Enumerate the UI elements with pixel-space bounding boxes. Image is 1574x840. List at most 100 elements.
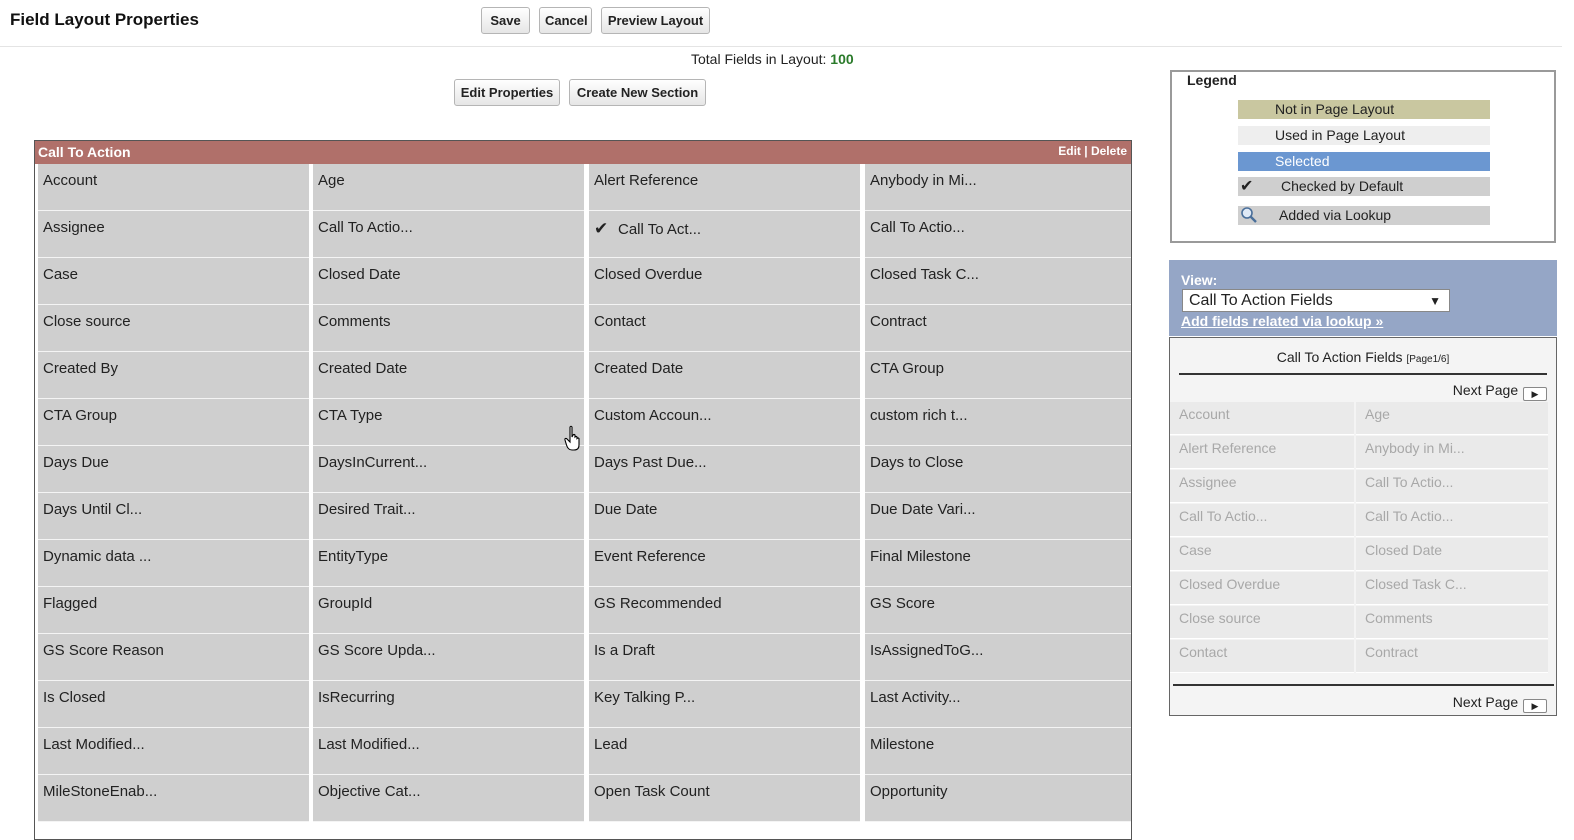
- field-item[interactable]: GS Recommended: [589, 587, 860, 634]
- field-item[interactable]: Dynamic data ...: [38, 540, 309, 587]
- field-item[interactable]: Open Task Count: [589, 775, 860, 822]
- field-item[interactable]: Contract: [865, 305, 1131, 352]
- field-item[interactable]: Due Date Vari...: [865, 493, 1131, 540]
- field-item[interactable]: Lead: [589, 728, 860, 775]
- palette-field-item[interactable]: Assignee: [1170, 470, 1354, 503]
- next-page-button-bottom[interactable]: Next Page ▶: [1453, 694, 1547, 713]
- palette-field-item[interactable]: Call To Actio...: [1356, 470, 1548, 503]
- field-item[interactable]: Event Reference: [589, 540, 860, 587]
- field-item[interactable]: GS Score Reason: [38, 634, 309, 681]
- field-item[interactable]: GroupId: [313, 587, 584, 634]
- field-item[interactable]: Assignee: [38, 211, 309, 258]
- field-item[interactable]: Is a Draft: [589, 634, 860, 681]
- palette-field-item[interactable]: Call To Actio...: [1356, 504, 1548, 537]
- field-item[interactable]: CTA Group: [38, 399, 309, 446]
- field-item[interactable]: Call To Actio...: [865, 211, 1131, 258]
- layout-section: Call To Action Edit | Delete Account Assi…: [34, 140, 1132, 840]
- palette-field-item[interactable]: Contract: [1356, 640, 1548, 673]
- field-item[interactable]: Key Talking P...: [589, 681, 860, 728]
- field-item[interactable]: Days Until Cl...: [38, 493, 309, 540]
- checkmark-icon: ✔: [1240, 178, 1254, 195]
- field-item[interactable]: Account: [38, 164, 309, 211]
- field-item[interactable]: Comments: [313, 305, 584, 352]
- field-item[interactable]: Flagged: [38, 587, 309, 634]
- field-item-label: IsAssignedToG...: [870, 642, 984, 659]
- field-item-label: Flagged: [43, 595, 98, 612]
- field-item[interactable]: Closed Overdue: [589, 258, 860, 305]
- section-header: Call To Action Edit | Delete: [35, 141, 1131, 164]
- palette-field-item[interactable]: Closed Overdue: [1170, 572, 1354, 605]
- palette-field-item[interactable]: Comments: [1356, 606, 1548, 639]
- field-item[interactable]: custom rich t...: [865, 399, 1131, 446]
- field-item[interactable]: Is Closed: [38, 681, 309, 728]
- field-item[interactable]: Days Past Due...: [589, 446, 860, 493]
- field-item[interactable]: Close source: [38, 305, 309, 352]
- palette-field-item[interactable]: Closed Date: [1356, 538, 1548, 571]
- field-item[interactable]: Objective Cat...: [313, 775, 584, 822]
- field-item[interactable]: EntityType: [313, 540, 584, 587]
- field-item[interactable]: Due Date: [589, 493, 860, 540]
- field-item[interactable]: IsAssignedToG...: [865, 634, 1131, 681]
- field-item-label: Comments: [318, 313, 391, 330]
- palette-field-item[interactable]: Age: [1356, 402, 1548, 435]
- save-button[interactable]: Save: [481, 7, 530, 34]
- palette-field-item[interactable]: Close source: [1170, 606, 1354, 639]
- edit-properties-button[interactable]: Edit Properties: [454, 79, 560, 106]
- create-new-section-button[interactable]: Create New Section: [569, 79, 706, 106]
- palette-field-item[interactable]: Anybody in Mi...: [1356, 436, 1548, 469]
- cancel-button[interactable]: Cancel: [539, 7, 592, 34]
- field-item[interactable]: Alert Reference: [589, 164, 860, 211]
- field-item[interactable]: Custom Accoun...: [589, 399, 860, 446]
- next-arrow-icon: ▶: [1523, 387, 1547, 401]
- field-item[interactable]: IsRecurring: [313, 681, 584, 728]
- palette-field-item[interactable]: Case: [1170, 538, 1354, 571]
- palette-field-item[interactable]: Contact: [1170, 640, 1354, 673]
- field-item-label: custom rich t...: [870, 407, 968, 424]
- field-item[interactable]: Opportunity: [865, 775, 1131, 822]
- field-item[interactable]: DaysInCurrent...: [313, 446, 584, 493]
- field-item[interactable]: Age: [313, 164, 584, 211]
- field-item[interactable]: Call To Actio...: [313, 211, 584, 258]
- dropdown-arrow-icon: ▼: [1429, 294, 1441, 308]
- section-delete-link[interactable]: Delete: [1091, 144, 1127, 158]
- field-item-label: Created By: [43, 360, 119, 377]
- palette-field-item[interactable]: Account: [1170, 402, 1354, 435]
- field-item-label: GroupId: [318, 595, 373, 612]
- field-item[interactable]: Milestone: [865, 728, 1131, 775]
- field-item[interactable]: Created By: [38, 352, 309, 399]
- field-item-label: Assignee: [43, 219, 105, 236]
- field-item[interactable]: Days to Close: [865, 446, 1131, 493]
- field-item-label: Key Talking P...: [594, 689, 696, 706]
- field-item[interactable]: Last Modified...: [313, 728, 584, 775]
- field-item[interactable]: Closed Date: [313, 258, 584, 305]
- field-item[interactable]: Created Date: [589, 352, 860, 399]
- field-item-label: Final Milestone: [870, 548, 971, 565]
- field-item[interactable]: Anybody in Mi...: [865, 164, 1131, 211]
- field-item[interactable]: MileStoneEnab...: [38, 775, 309, 822]
- field-item[interactable]: Days Due: [38, 446, 309, 493]
- field-item[interactable]: CTA Group: [865, 352, 1131, 399]
- field-item[interactable]: CTA Type: [313, 399, 584, 446]
- field-item[interactable]: GS Score: [865, 587, 1131, 634]
- field-item[interactable]: Last Activity...: [865, 681, 1131, 728]
- field-item[interactable]: Closed Task C...: [865, 258, 1131, 305]
- view-select[interactable]: Call To Action Fields ▼: [1182, 289, 1450, 312]
- section-edit-link[interactable]: Edit: [1058, 144, 1081, 158]
- field-item[interactable]: Desired Trait...: [313, 493, 584, 540]
- field-item[interactable]: GS Score Upda...: [313, 634, 584, 681]
- field-item[interactable]: Last Modified...: [38, 728, 309, 775]
- preview-layout-button[interactable]: Preview Layout: [601, 7, 710, 34]
- next-page-button-top[interactable]: Next Page ▶: [1453, 382, 1547, 401]
- field-item[interactable]: Case: [38, 258, 309, 305]
- palette-field-item[interactable]: Alert Reference: [1170, 436, 1354, 469]
- palette-field-item[interactable]: Closed Task C...: [1356, 572, 1548, 605]
- field-item[interactable]: Contact: [589, 305, 860, 352]
- legend-used-in-layout: Used in Page Layout: [1238, 126, 1490, 145]
- add-lookup-fields-link[interactable]: Add fields related via lookup »: [1181, 313, 1383, 329]
- field-item[interactable]: Created Date: [313, 352, 584, 399]
- palette-field-item[interactable]: Call To Actio...: [1170, 504, 1354, 537]
- legend-selected: Selected: [1238, 152, 1490, 171]
- field-item-label: Objective Cat...: [318, 783, 421, 800]
- field-item[interactable]: Final Milestone: [865, 540, 1131, 587]
- field-item[interactable]: ✔ Call To Act...: [589, 211, 860, 258]
